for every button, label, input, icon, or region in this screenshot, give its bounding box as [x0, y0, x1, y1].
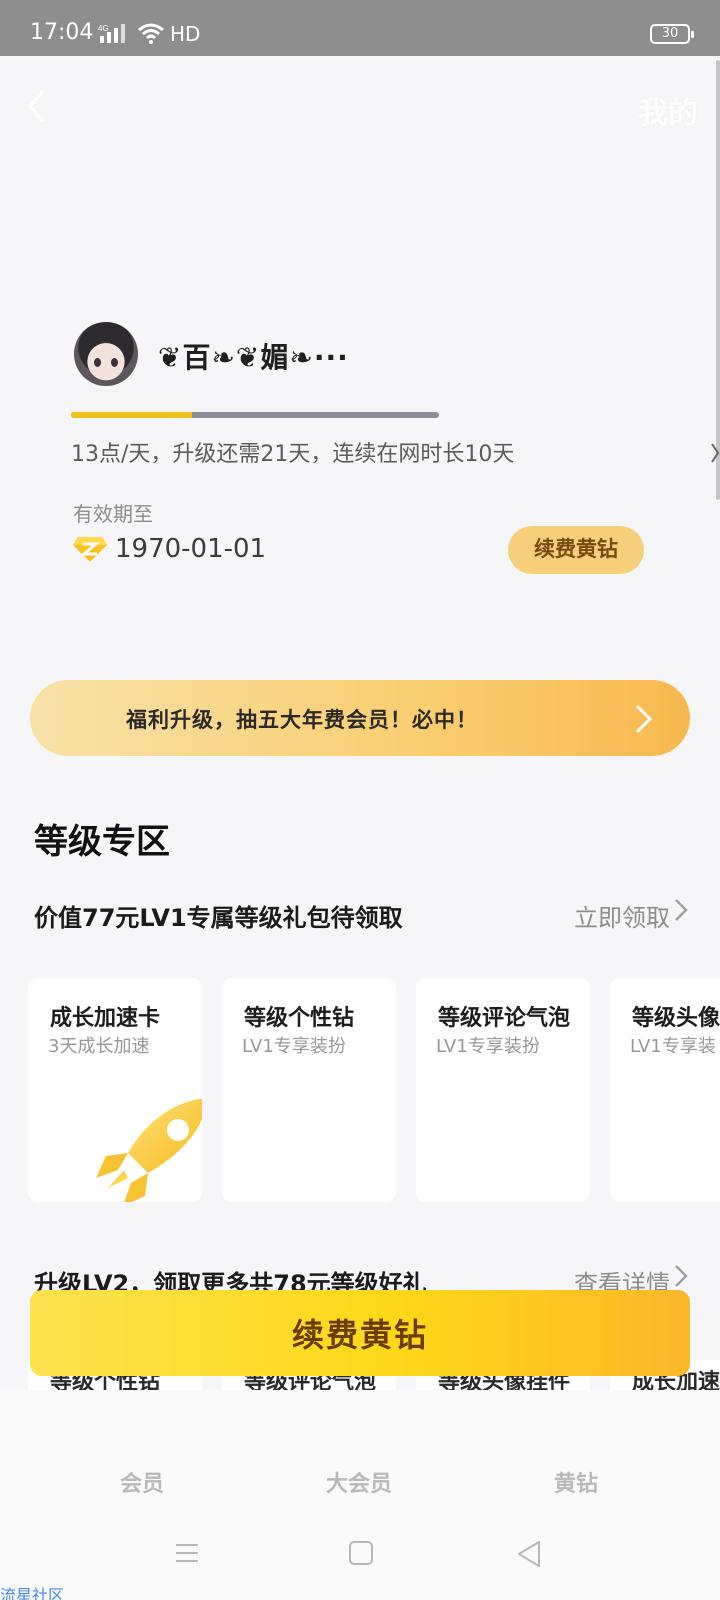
- level-card-diamond[interactable]: 等级个性钻 LV1专享装扮: [222, 978, 396, 1202]
- avatar[interactable]: [74, 322, 138, 386]
- renew-yellow-diamond-main-button[interactable]: 续费黄钻: [30, 1290, 690, 1376]
- growth-info-text: 13点/天，升级还需21天，连续在网时长10天: [71, 442, 515, 467]
- bottom-tab-bar: 会员 大会员 黄钻: [0, 1390, 720, 1530]
- rocket-icon: [96, 1098, 202, 1202]
- home-icon[interactable]: [348, 1540, 374, 1566]
- valid-until-label: 有效期至: [73, 502, 153, 526]
- page-title: 我的: [638, 96, 698, 131]
- card-title: 成长加速卡: [50, 1006, 161, 1031]
- claim-now-link[interactable]: 立即领取: [574, 898, 670, 933]
- tab-member[interactable]: 会员: [120, 1466, 164, 1498]
- card-subtitle: LV1专享装扮: [436, 1036, 540, 1057]
- card-subtitle: 3天成长加速: [48, 1036, 150, 1057]
- network-type: HD: [170, 22, 201, 46]
- edge-chevron-icon: [711, 443, 720, 463]
- level-zone-title: 等级专区: [34, 822, 170, 862]
- valid-until-date: 1970-01-01: [115, 534, 267, 564]
- level-card-growth[interactable]: 成长加速卡 3天成长加速: [28, 978, 202, 1202]
- level-card-avatar[interactable]: 等级头像 LV1专享装: [610, 978, 720, 1202]
- level-card-bubble[interactable]: 等级评论气泡 LV1专享装扮: [416, 978, 590, 1202]
- cellular-signal-icon: 4G: [98, 24, 125, 43]
- system-nav-bar: [0, 1520, 720, 1600]
- card-title: 等级个性钻: [244, 1006, 355, 1031]
- card-subtitle: LV1专享装扮: [242, 1036, 346, 1057]
- status-bar: 17:04 4G HD 30: [0, 0, 720, 56]
- gift-row-label: 价值77元LV1专属等级礼包待领取: [34, 904, 403, 932]
- nickname: ❦百❧❦媚❧···: [158, 341, 349, 374]
- chevron-right-icon: [675, 899, 688, 921]
- card-title: 等级评论气泡: [438, 1006, 571, 1031]
- wifi-icon: [138, 23, 164, 44]
- card-title: 等级头像: [632, 1006, 720, 1031]
- status-time: 17:04: [30, 20, 94, 45]
- tab-big-member[interactable]: 大会员: [326, 1466, 392, 1498]
- chevron-right-icon: [636, 705, 653, 733]
- growth-progress-fill: [71, 412, 193, 418]
- scrollbar[interactable]: [716, 60, 720, 500]
- watermark-text: 流星社区: [0, 1586, 65, 1600]
- svg-text:4G: 4G: [98, 24, 109, 33]
- renew-yellow-diamond-button[interactable]: 续费黄钻: [508, 526, 644, 574]
- chevron-right-icon: [675, 1265, 688, 1287]
- tab-yellow-diamond[interactable]: 黄钻: [554, 1466, 598, 1498]
- battery-icon: 30: [650, 24, 694, 44]
- promo-banner[interactable]: 福利升级，抽五大年费会员！必中！: [30, 680, 690, 756]
- back-icon[interactable]: [18, 86, 58, 126]
- promo-banner-text: 福利升级，抽五大年费会员！必中！: [126, 708, 478, 732]
- card-subtitle: LV1专享装: [630, 1036, 716, 1057]
- yellow-diamond-icon: [73, 537, 107, 562]
- menu-icon[interactable]: [174, 1540, 200, 1566]
- growth-progress-bar: [71, 412, 439, 418]
- back-nav-icon[interactable]: [516, 1540, 542, 1568]
